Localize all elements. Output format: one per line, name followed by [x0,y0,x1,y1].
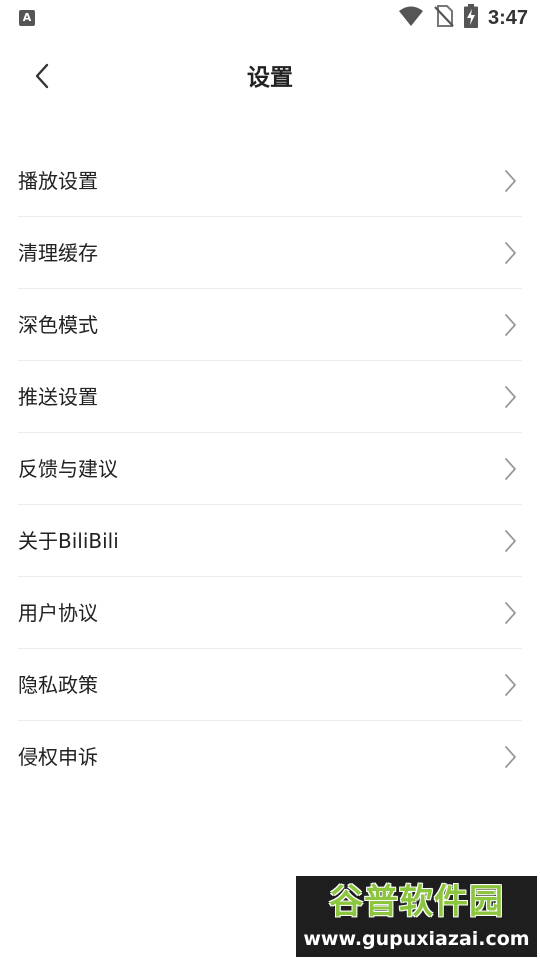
settings-item-label: 隐私政策 [18,672,98,697]
chevron-right-icon [500,528,520,554]
app-bar: 设置 [0,40,540,116]
chevron-right-icon [500,672,520,698]
no-sim-icon [434,5,454,31]
status-time: 3:47 [487,7,528,29]
watermark-brand: 谷普软件园 [329,882,504,922]
settings-list: 播放设置 清理缓存 深色模式 推送设置 反馈与建议 关于BiliBili 用户协… [18,145,522,793]
status-bar-right: 3:47 [398,4,528,32]
settings-item-privacy[interactable]: 隐私政策 [18,649,522,721]
settings-item-label: 清理缓存 [18,240,98,265]
status-bar: A 3:47 [0,0,540,36]
chevron-right-icon [500,600,520,626]
settings-item-about[interactable]: 关于BiliBili [18,505,522,577]
chevron-right-icon [500,384,520,410]
settings-item-label: 反馈与建议 [18,456,118,481]
settings-item-feedback[interactable]: 反馈与建议 [18,433,522,505]
chevron-right-icon [500,312,520,338]
wifi-icon [398,5,424,31]
settings-item-clear-cache[interactable]: 清理缓存 [18,217,522,289]
chevron-right-icon [500,456,520,482]
settings-item-label: 播放设置 [18,168,98,193]
settings-item-user-agreement[interactable]: 用户协议 [18,577,522,649]
settings-item-infringement[interactable]: 侵权申诉 [18,721,522,793]
settings-item-label: 侵权申诉 [18,745,98,769]
watermark-url: www.gupuxiazai.com [303,928,530,950]
settings-item-playback[interactable]: 播放设置 [18,145,522,217]
settings-item-label: 推送设置 [18,384,98,409]
page-title: 设置 [247,65,293,91]
chevron-right-icon [500,240,520,266]
settings-item-push[interactable]: 推送设置 [18,361,522,433]
battery-charging-icon [463,4,478,32]
settings-item-dark-mode[interactable]: 深色模式 [18,289,522,361]
settings-item-label: 用户协议 [18,600,98,625]
chevron-right-icon [500,168,520,194]
settings-item-label: 深色模式 [18,312,98,337]
watermark: 谷普软件园 www.gupuxiazai.com [296,876,537,957]
chevron-right-icon [500,744,520,770]
settings-item-label: 关于BiliBili [18,528,119,553]
notification-app-icon: A [19,10,35,26]
